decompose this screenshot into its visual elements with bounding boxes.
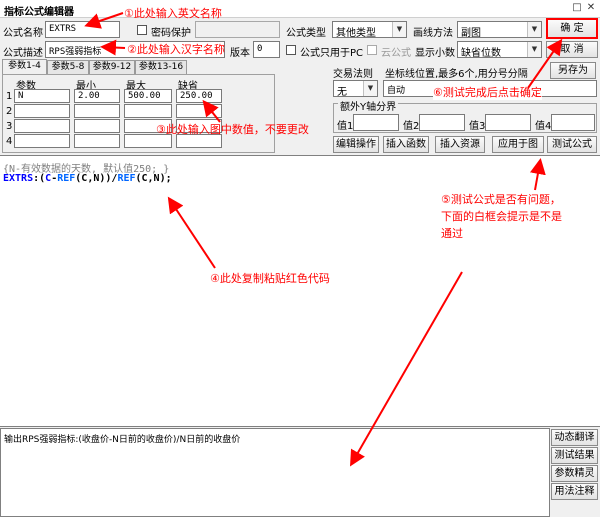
param-default-input[interactable] — [176, 104, 222, 118]
cloud-checkbox[interactable] — [367, 45, 377, 55]
param-row-index: 4 — [6, 136, 13, 147]
annotation-5-line3: 通过 — [441, 227, 463, 240]
tab-params-1-4[interactable]: 参数1-4 — [2, 59, 47, 74]
draw-select[interactable]: 副图 ▼ — [457, 21, 542, 38]
apply-to-chart-button[interactable]: 应用于图 — [492, 136, 544, 153]
name-label: 公式名称 — [3, 28, 43, 39]
decimals-select[interactable]: 缺省位数 ▼ — [457, 41, 542, 58]
code-token: :( — [33, 173, 46, 184]
param-min-input[interactable] — [74, 134, 120, 148]
output-text: 输出RPS强弱指标:(收盘价-N日前的收盘价)/N日前的收盘价 — [4, 435, 241, 445]
usage-notes-button[interactable]: 用法注释 — [551, 483, 598, 500]
param-max-input[interactable] — [124, 104, 172, 118]
chevron-down-icon: ▼ — [527, 42, 541, 57]
param-min-input[interactable]: 2.00 — [74, 89, 120, 103]
annotation-5-line1: ⑤测试公式是否有问题， — [441, 193, 561, 206]
param-row-index: 1 — [6, 91, 13, 102]
annotation-4: ④此处复制粘贴红色代码 — [210, 272, 330, 285]
annotation-6: ⑥测试完成后点击确定 — [433, 84, 542, 100]
yaxis-label-2: 值2 — [403, 121, 420, 132]
tab-params-13-16[interactable]: 参数13-16 — [135, 60, 187, 74]
code-line: EXTRS:(C-REF(C,N))/REF(C,N); — [3, 173, 172, 184]
decimals-select-value: 缺省位数 — [461, 48, 501, 58]
cancel-button[interactable]: 取 消 — [546, 41, 598, 58]
code-token: (C,N); — [135, 173, 172, 184]
title-bar: 指标公式编辑器 □ ✕ — [0, 0, 600, 18]
password-input[interactable] — [195, 21, 280, 38]
annotation-2: ②此处输入汉字名称 — [127, 43, 225, 56]
yaxis-input-3[interactable] — [485, 114, 531, 131]
param-row-index: 3 — [6, 121, 13, 132]
close-icon[interactable]: ✕ — [585, 2, 597, 14]
password-label: 密码保护 — [151, 28, 191, 39]
edit-operation-button[interactable]: 编辑操作 — [333, 136, 379, 153]
output-panel[interactable]: 输出RPS强弱指标:(收盘价-N日前的收盘价)/N日前的收盘价 — [0, 428, 550, 517]
code-token: REF — [117, 173, 136, 184]
decimals-label: 显示小数 — [415, 48, 455, 59]
save-as-button[interactable]: 另存为 — [550, 62, 596, 79]
pc-only-label: 公式只用于PC — [300, 48, 364, 59]
trade-label: 交易法则 — [333, 69, 373, 80]
code-token: EXTRS — [3, 173, 34, 184]
cloud-label: 云公式 — [381, 48, 411, 59]
param-name-input[interactable] — [14, 104, 70, 118]
restore-icon[interactable]: □ — [571, 2, 583, 14]
yaxis-input-1[interactable] — [353, 114, 399, 131]
yaxis-label-3: 值3 — [469, 121, 486, 132]
chevron-down-icon: ▼ — [392, 22, 406, 37]
yaxis-input-4[interactable] — [551, 114, 595, 131]
param-default-input[interactable]: 250.00 — [176, 89, 222, 103]
insert-function-button[interactable]: 插入函数 — [383, 136, 429, 153]
trade-select-value: 无 — [337, 87, 347, 97]
param-min-input[interactable] — [74, 119, 120, 133]
password-checkbox[interactable] — [137, 25, 147, 35]
insert-resource-button[interactable]: 插入资源 — [435, 136, 485, 153]
yaxis-title: 额外Y轴分界 — [338, 98, 399, 113]
pc-only-checkbox[interactable] — [286, 45, 296, 55]
test-formula-button[interactable]: 测试公式 — [547, 136, 597, 153]
ok-button[interactable]: 确 定 — [546, 18, 598, 39]
param-row-index: 2 — [6, 106, 13, 117]
param-max-input[interactable]: 500.00 — [124, 89, 172, 103]
version-label: 版本 — [230, 48, 250, 59]
yaxis-label-1: 值1 — [337, 121, 354, 132]
yaxis-input-2[interactable] — [419, 114, 465, 131]
code-token: (C,N))/ — [75, 173, 118, 184]
draw-label: 画线方法 — [413, 28, 453, 39]
coord-label: 坐标线位置,最多6个,用分号分隔 — [385, 69, 528, 80]
desc-label: 公式描述 — [3, 48, 43, 59]
param-name-input[interactable]: N — [14, 89, 70, 103]
type-select[interactable]: 其他类型 ▼ — [332, 21, 407, 38]
tab-params-9-12[interactable]: 参数9-12 — [89, 60, 135, 74]
param-name-input[interactable] — [14, 134, 70, 148]
param-name-input[interactable] — [14, 119, 70, 133]
type-label: 公式类型 — [286, 28, 326, 39]
version-input[interactable]: 0 — [253, 41, 280, 58]
type-select-value: 其他类型 — [336, 28, 376, 38]
test-result-button[interactable]: 测试结果 — [551, 447, 598, 464]
annotation-3: ③此处输入图中数值，不要更改 — [156, 123, 309, 136]
yaxis-label-4: 值4 — [535, 121, 552, 132]
tab-params-5-8[interactable]: 参数5-8 — [47, 60, 89, 74]
code-token: REF — [57, 173, 76, 184]
window-title: 指标公式编辑器 — [4, 7, 74, 18]
dynamic-translate-button[interactable]: 动态翻译 — [551, 429, 598, 446]
trade-select[interactable]: 无 ▼ — [333, 80, 378, 97]
param-wizard-button[interactable]: 参数精灵 — [551, 465, 598, 482]
name-input[interactable]: EXTRS — [45, 21, 120, 38]
annotation-5-line2: 下面的白框会提示是不是 — [441, 210, 562, 223]
param-min-input[interactable] — [74, 104, 120, 118]
draw-select-value: 副图 — [461, 28, 481, 38]
chevron-down-icon: ▼ — [527, 22, 541, 37]
chevron-down-icon: ▼ — [363, 81, 377, 96]
annotation-1: ①此处输入英文名称 — [124, 7, 222, 20]
